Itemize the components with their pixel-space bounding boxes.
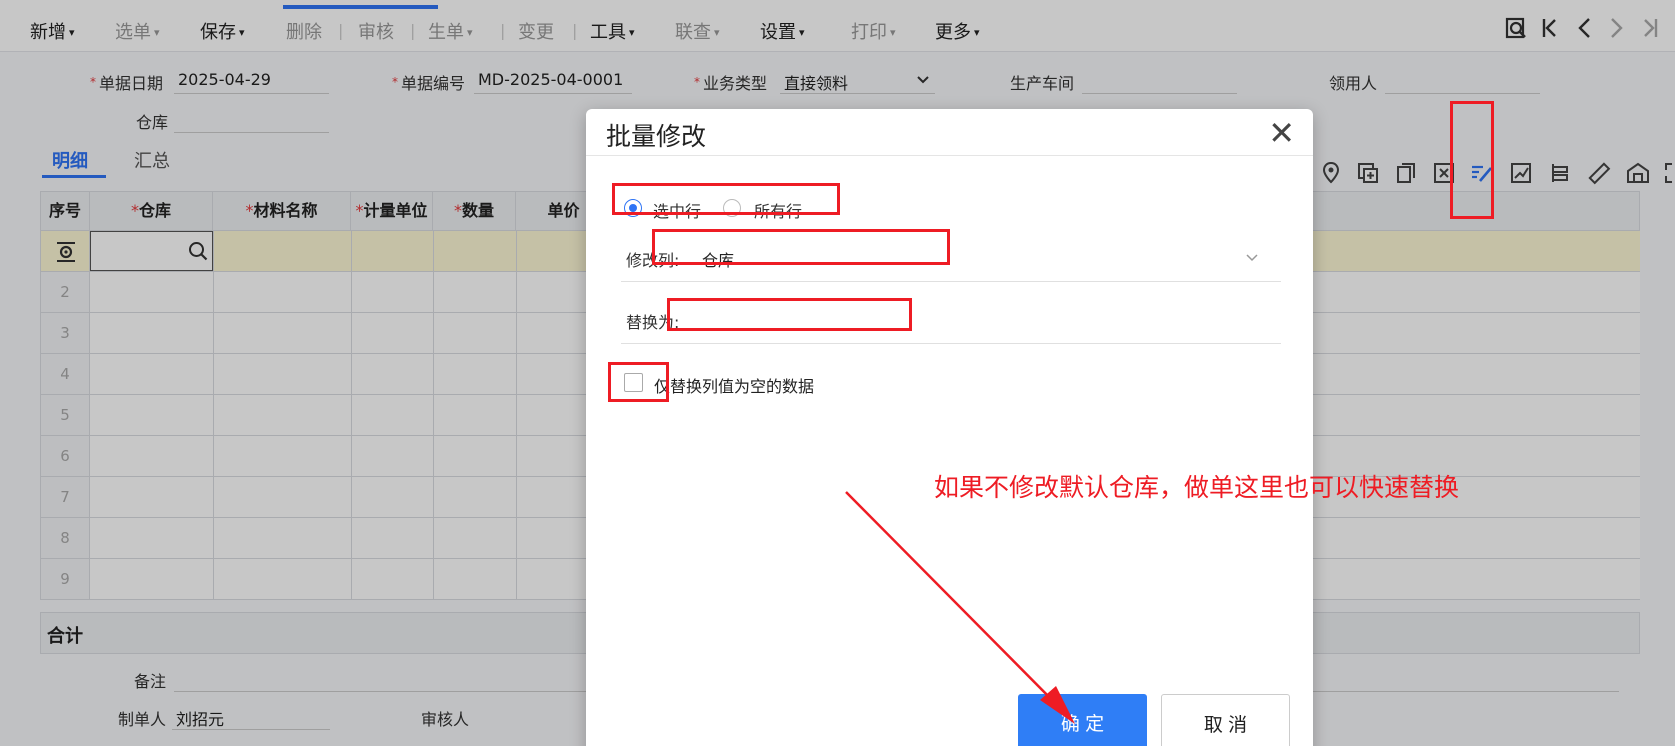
annotation-text: 如果不修改默认仓库，做单这里也可以快速替换 — [934, 473, 1460, 502]
column-underline — [621, 281, 1281, 282]
dialog-divider — [586, 155, 1313, 156]
cancel-button[interactable]: 取 消 — [1161, 694, 1290, 746]
close-icon[interactable]: ✕ — [1268, 113, 1295, 153]
confirm-button[interactable]: 确 定 — [1018, 694, 1147, 746]
annotation-box-batch-edit — [1450, 101, 1494, 219]
annotation-box-checkbox — [608, 362, 669, 402]
annotation-box-replace — [667, 298, 912, 331]
replace-underline — [621, 343, 1281, 344]
chevron-down-icon[interactable] — [1246, 254, 1258, 262]
dialog-title: 批量修改 — [606, 122, 707, 151]
annotation-box-column — [652, 229, 950, 265]
only-empty-label[interactable]: 仅替换列值为空的数据 — [654, 373, 814, 397]
annotation-box-radios — [612, 183, 840, 215]
